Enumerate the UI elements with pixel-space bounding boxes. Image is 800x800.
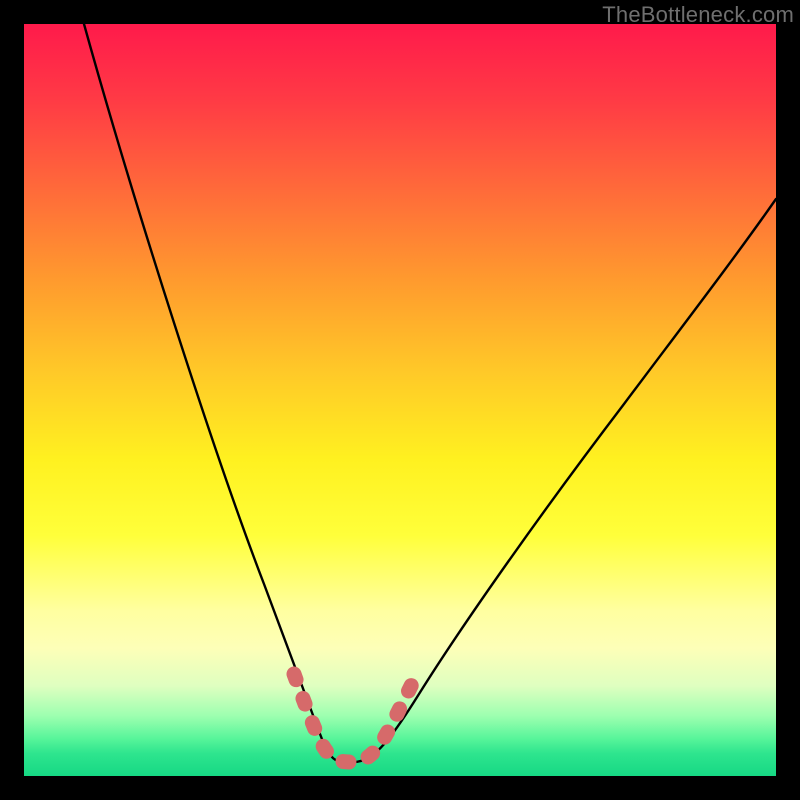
watermark-text: TheBottleneck.com [602, 2, 794, 28]
bottleneck-curve [84, 24, 776, 762]
curve-layer [24, 24, 776, 776]
optimal-zone-marker [294, 674, 414, 762]
plot-area [24, 24, 776, 776]
chart-frame: TheBottleneck.com [0, 0, 800, 800]
